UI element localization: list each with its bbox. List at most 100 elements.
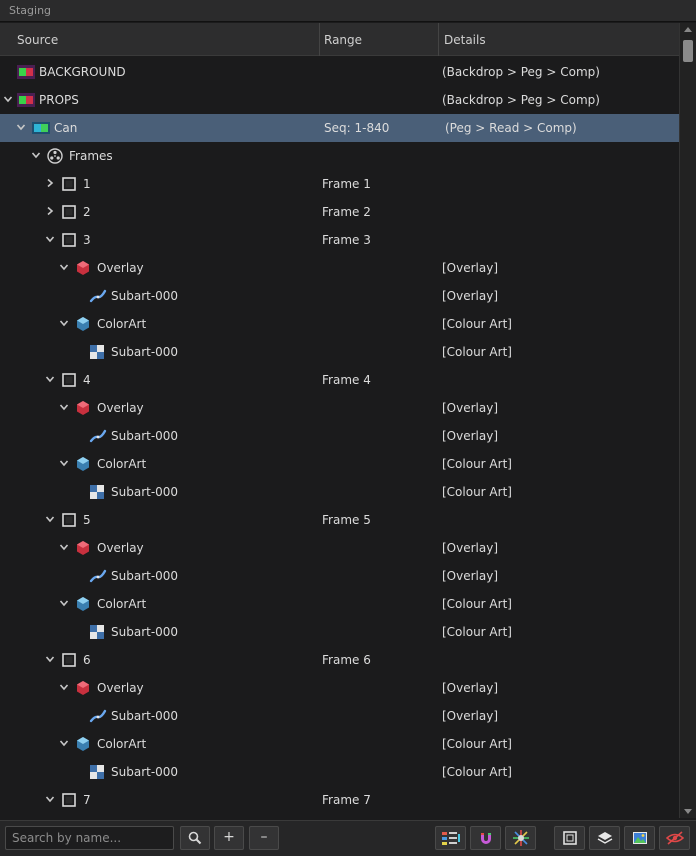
vector-stroke-icon (89, 708, 107, 724)
tree-row[interactable]: Overlay [Overlay] (0, 674, 679, 702)
row-name: 5 (83, 513, 91, 527)
row-name: Subart-000 (111, 485, 179, 499)
tree-row[interactable]: 6 Frame 6 (0, 646, 679, 674)
add-button[interactable]: + (214, 826, 244, 850)
chevron-down-icon[interactable] (58, 541, 70, 553)
row-details: [Colour Art] (442, 765, 512, 779)
column-source-label: Source (17, 33, 59, 47)
checker-fill-icon (89, 344, 105, 360)
row-name: Subart-000 (111, 569, 179, 583)
color-sparkle-button[interactable] (505, 826, 536, 850)
scroll-thumb[interactable] (683, 40, 693, 62)
search-button[interactable] (180, 826, 210, 850)
colorart-layer-icon (75, 316, 91, 332)
row-name: Overlay (97, 681, 144, 695)
color-sparkle-icon (512, 830, 529, 846)
scroll-down-arrow[interactable] (684, 809, 692, 814)
tree-row[interactable]: Subart-000 [Colour Art] (0, 618, 679, 646)
tree-row[interactable]: Overlay [Overlay] (0, 254, 679, 282)
tree-row[interactable]: Overlay [Overlay] (0, 534, 679, 562)
row-name: Overlay (97, 261, 144, 275)
image-button[interactable] (624, 826, 655, 850)
row-name: Subart-000 (111, 765, 179, 779)
chevron-down-icon[interactable] (44, 653, 56, 665)
row-name: ColorArt (97, 737, 147, 751)
tree-row[interactable]: Subart-000 [Overlay] (0, 282, 679, 310)
row-name: Overlay (97, 541, 144, 555)
chevron-down-icon[interactable] (44, 233, 56, 245)
element-list-button[interactable] (435, 826, 466, 850)
row-name: Subart-000 (111, 289, 179, 303)
chevron-down-icon[interactable] (2, 93, 14, 105)
chevron-down-icon[interactable] (15, 121, 27, 133)
chevron-down-icon[interactable] (58, 457, 70, 469)
column-details[interactable]: Details (439, 23, 680, 56)
search-input[interactable] (5, 826, 174, 850)
layers-button[interactable] (589, 826, 620, 850)
chevron-down-icon[interactable] (44, 513, 56, 525)
magnet-button[interactable] (470, 826, 501, 850)
frame-icon (61, 232, 77, 248)
chevron-down-icon[interactable] (30, 149, 42, 161)
vector-stroke-icon (89, 288, 107, 304)
tree-row[interactable]: 5 Frame 5 (0, 506, 679, 534)
drawing-element-icon (32, 120, 50, 136)
row-range: Frame 7 (322, 793, 371, 807)
chevron-down-icon[interactable] (58, 597, 70, 609)
checker-fill-icon (89, 484, 105, 500)
chevron-right-icon[interactable] (44, 205, 56, 217)
row-details: (Backdrop > Peg > Comp) (442, 65, 600, 79)
tree-row[interactable]: 3 Frame 3 (0, 226, 679, 254)
chevron-right-icon[interactable] (44, 177, 56, 189)
tree-row[interactable]: ColorArt [Colour Art] (0, 310, 679, 338)
column-header: Source Range Details (0, 23, 680, 56)
chevron-down-icon[interactable] (58, 261, 70, 273)
row-range: Frame 3 (322, 233, 371, 247)
frame-icon (61, 652, 77, 668)
panel-titlebar: Staging (0, 0, 696, 22)
panel-title: Staging (9, 4, 52, 17)
vertical-scrollbar[interactable] (679, 23, 696, 818)
chevron-down-icon[interactable] (58, 317, 70, 329)
tree-row[interactable]: Subart-000 [Overlay] (0, 702, 679, 730)
tree-row[interactable]: ColorArt [Colour Art] (0, 590, 679, 618)
tree-row[interactable]: 4 Frame 4 (0, 366, 679, 394)
tree-row[interactable]: PROPS (Backdrop > Peg > Comp) (0, 86, 679, 114)
column-details-label: Details (444, 33, 486, 47)
tree-row[interactable]: BACKGROUND (Backdrop > Peg > Comp) (0, 58, 679, 86)
column-range-label: Range (324, 33, 363, 47)
scroll-up-arrow[interactable] (684, 27, 692, 32)
chevron-down-icon[interactable] (58, 681, 70, 693)
tree-row[interactable]: ColorArt [Colour Art] (0, 730, 679, 758)
remove-button[interactable]: – (249, 826, 279, 850)
row-details: [Overlay] (442, 569, 499, 583)
tree-row[interactable]: 1 Frame 1 (0, 170, 679, 198)
tree-row[interactable]: 2 Frame 2 (0, 198, 679, 226)
tree-row[interactable]: 7 Frame 7 (0, 786, 679, 814)
row-details: [Overlay] (442, 429, 499, 443)
element-color-icon (17, 64, 35, 80)
tree-row[interactable]: Frames (0, 142, 679, 170)
frame-icon (61, 204, 77, 220)
tree-row[interactable]: ColorArt [Colour Art] (0, 450, 679, 478)
tree-row[interactable]: Can Seq: 1-840 (Peg > Read > Comp) (0, 114, 679, 142)
tree-row[interactable]: Subart-000 [Colour Art] (0, 758, 679, 786)
tree-row[interactable]: Subart-000 [Colour Art] (0, 338, 679, 366)
frame-view-button[interactable] (554, 826, 585, 850)
row-range: Frame 6 (322, 653, 371, 667)
chevron-down-icon[interactable] (58, 737, 70, 749)
chevron-down-icon[interactable] (44, 373, 56, 385)
column-range[interactable]: Range (320, 23, 439, 56)
tree-row[interactable]: Subart-000 [Colour Art] (0, 478, 679, 506)
row-details: [Overlay] (442, 681, 499, 695)
chevron-down-icon[interactable] (44, 793, 56, 805)
hide-eye-icon (665, 831, 684, 845)
tree-row[interactable]: Overlay [Overlay] (0, 394, 679, 422)
tree-row[interactable]: Subart-000 [Overlay] (0, 422, 679, 450)
row-name: Overlay (97, 401, 144, 415)
chevron-down-icon[interactable] (58, 401, 70, 413)
column-source[interactable]: Source (0, 23, 320, 56)
tree-row[interactable]: Subart-000 [Overlay] (0, 562, 679, 590)
hide-button[interactable] (659, 826, 690, 850)
staging-tree[interactable]: BACKGROUND (Backdrop > Peg > Comp) PROPS (B… (0, 58, 679, 818)
